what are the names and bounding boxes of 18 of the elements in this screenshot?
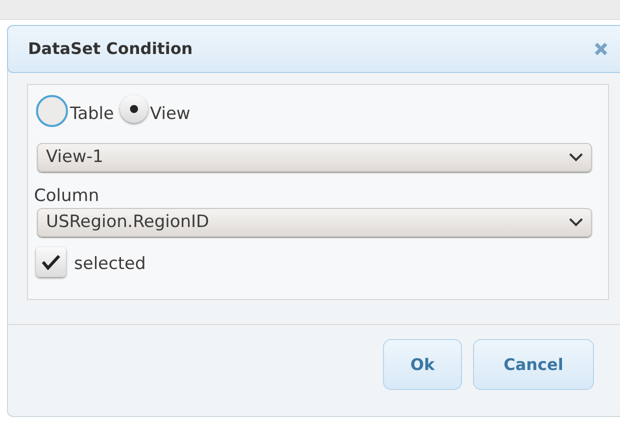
column-label: Column xyxy=(34,186,100,206)
checkbox[interactable] xyxy=(36,247,66,277)
checkbox-label: selected xyxy=(74,252,146,276)
dialog-button[interactable]: Cancel xyxy=(473,339,594,390)
dropdown[interactable]: USRegion.RegionID xyxy=(37,208,592,237)
close-icon xyxy=(594,42,608,56)
dialog-title: DataSet Condition xyxy=(28,38,193,60)
chevron-down-icon xyxy=(569,218,583,227)
check-icon xyxy=(41,254,61,270)
radio-button[interactable] xyxy=(120,95,148,123)
radio-option[interactable]: View xyxy=(120,95,190,127)
dropdown-value: USRegion.RegionID xyxy=(46,210,210,234)
dropdown[interactable]: View-1 xyxy=(37,143,592,172)
dropdown-value: View-1 xyxy=(46,146,104,169)
chevron-down-icon xyxy=(569,153,583,162)
radio-option[interactable]: Table xyxy=(36,95,114,127)
dialog-button[interactable]: Ok xyxy=(383,339,462,390)
radio-button[interactable] xyxy=(36,95,68,127)
